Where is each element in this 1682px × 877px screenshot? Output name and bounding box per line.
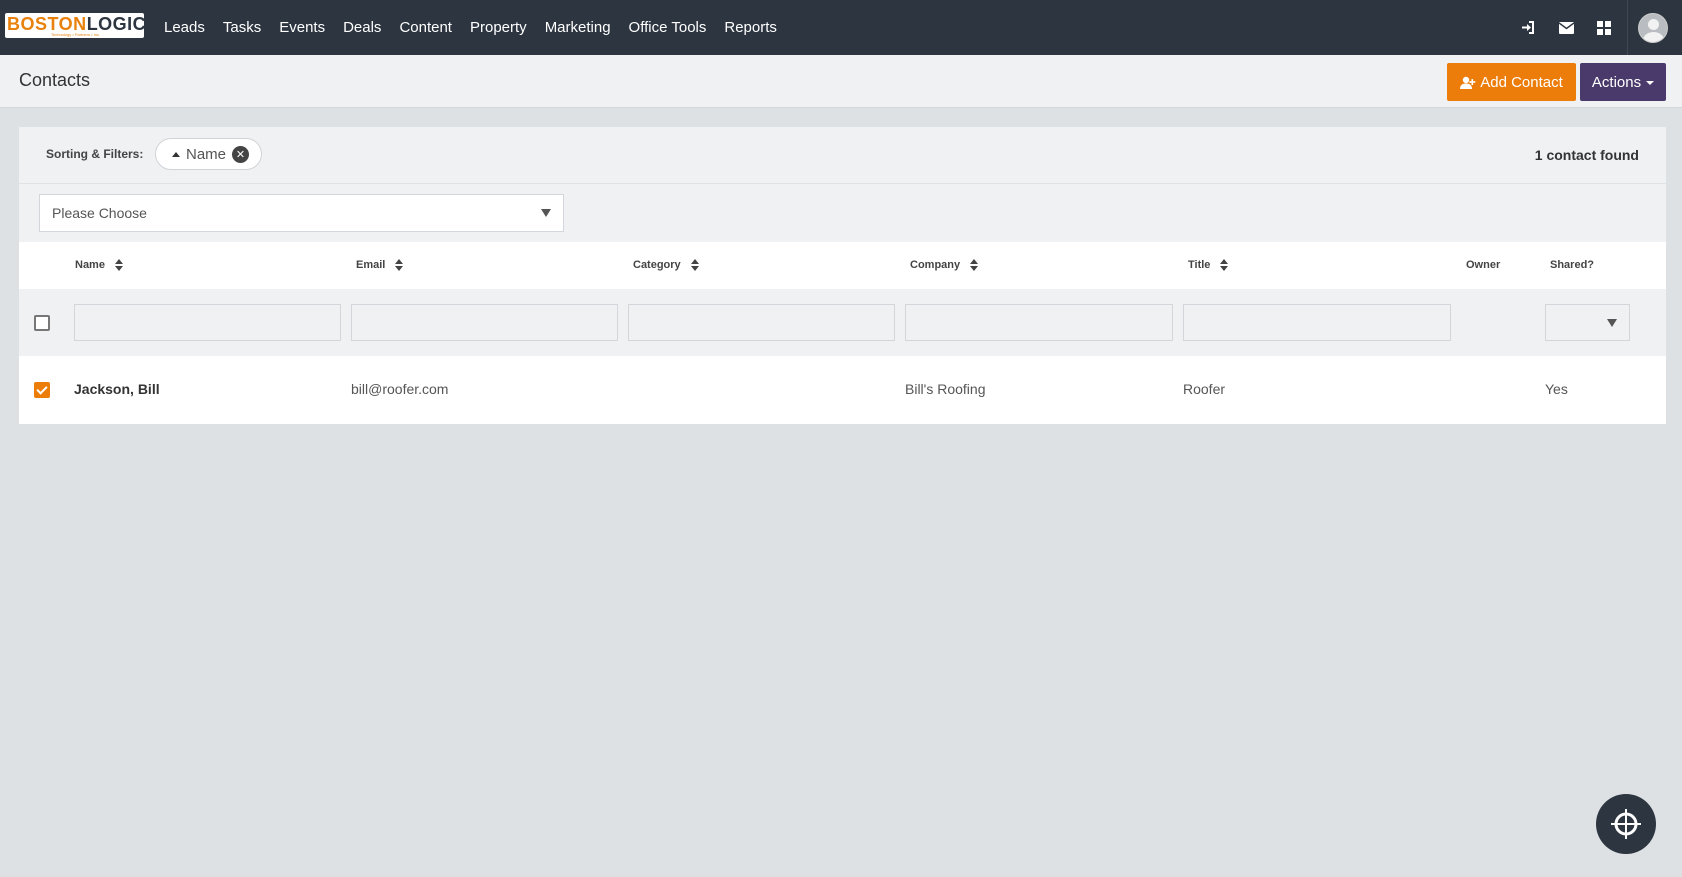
column-label-category: Category: [633, 259, 681, 271]
sort-icon: [970, 259, 979, 271]
column-label-name: Name: [75, 259, 105, 271]
column-label-owner: Owner: [1466, 259, 1501, 271]
brand-logo[interactable]: BOSTONLOGIC Technology • Partners • Inc.: [5, 13, 144, 38]
sorting-filters-bar: Sorting & Filters: Name ✕ 1 contact foun…: [19, 127, 1666, 184]
nav-item-leads[interactable]: Leads: [164, 19, 205, 36]
contact-company: Bill's Roofing: [905, 381, 986, 397]
nav-icon-group: [1509, 0, 1682, 55]
column-label-shared: Shared?: [1550, 259, 1595, 271]
dropdown-arrow-icon: [541, 209, 551, 217]
sort-icon: [690, 259, 699, 271]
nav-item-marketing[interactable]: Marketing: [545, 19, 611, 36]
top-navbar: BOSTONLOGIC Technology • Partners • Inc.…: [0, 0, 1682, 55]
select-all-checkbox[interactable]: [34, 315, 50, 331]
column-header-shared: Shared?: [1550, 259, 1594, 271]
sorting-filters-label: Sorting & Filters:: [46, 147, 144, 161]
main-nav: Leads Tasks Events Deals Content Propert…: [164, 0, 795, 55]
column-header-name[interactable]: Name: [75, 259, 123, 271]
remove-chip-icon[interactable]: ✕: [232, 145, 250, 163]
column-header-email[interactable]: Email: [356, 259, 404, 271]
add-contact-label: Add Contact: [1480, 73, 1563, 91]
logo-text-part1: BOSTON: [7, 14, 87, 34]
row-checkbox[interactable]: [34, 382, 50, 398]
add-contact-button[interactable]: Add Contact: [1447, 63, 1576, 101]
nav-item-reports[interactable]: Reports: [724, 19, 777, 36]
nav-item-property[interactable]: Property: [470, 19, 527, 36]
page-title: Contacts: [19, 70, 91, 90]
add-user-icon: [1460, 76, 1476, 89]
column-filter-row: [19, 289, 1666, 356]
table-header: Name Email Category Company Title Owner …: [19, 242, 1666, 289]
column-label-company: Company: [910, 259, 961, 271]
crosshair-fab-button[interactable]: [1596, 794, 1656, 854]
sort-icon: [395, 259, 404, 271]
grid-icon[interactable]: [1585, 0, 1623, 55]
saved-filter-area: Please Choose: [19, 184, 1666, 242]
contact-title: Roofer: [1183, 381, 1226, 397]
column-label-title: Title: [1188, 259, 1211, 271]
column-header-category[interactable]: Category: [633, 259, 699, 271]
contact-shared: Yes: [1545, 381, 1568, 397]
page-header: Contacts Add Contact Actions: [0, 55, 1682, 108]
filter-input-category[interactable]: [628, 304, 895, 341]
sort-icon: [114, 259, 123, 271]
nav-divider: [1627, 0, 1628, 55]
column-header-title[interactable]: Title: [1188, 259, 1229, 271]
nav-item-office-tools[interactable]: Office Tools: [629, 19, 707, 36]
logo-tagline: Technology • Partners • Inc.: [51, 32, 101, 37]
sort-chip-name[interactable]: Name ✕: [155, 138, 262, 170]
filter-select-shared[interactable]: [1545, 304, 1630, 341]
column-header-owner: Owner: [1466, 259, 1500, 271]
logo-text-part2: LOGIC: [86, 14, 144, 34]
contact-name[interactable]: Jackson, Bill: [74, 381, 160, 397]
nav-item-deals[interactable]: Deals: [343, 19, 381, 36]
column-label-email: Email: [356, 259, 386, 271]
nav-item-content[interactable]: Content: [399, 19, 452, 36]
column-header-company[interactable]: Company: [910, 259, 979, 271]
filter-input-company[interactable]: [905, 304, 1173, 341]
caret-down-icon: [1646, 81, 1655, 85]
table-row[interactable]: Jackson, Bill bill@roofer.com Bill's Roo…: [19, 356, 1666, 424]
select-placeholder: Please Choose: [52, 205, 147, 221]
sign-in-icon[interactable]: [1509, 0, 1547, 55]
saved-filter-select[interactable]: Please Choose: [39, 194, 564, 232]
contacts-panel: Sorting & Filters: Name ✕ 1 contact foun…: [19, 127, 1666, 424]
sort-chip-label: Name: [186, 145, 227, 163]
results-count: 1 contact found: [1534, 147, 1639, 163]
dropdown-arrow-icon: [1607, 319, 1617, 327]
sort-icon: [1220, 259, 1229, 271]
user-avatar[interactable]: [1638, 12, 1668, 43]
actions-dropdown-button[interactable]: Actions: [1580, 63, 1666, 101]
sort-ascending-icon: [172, 151, 180, 157]
nav-item-events[interactable]: Events: [279, 19, 325, 36]
nav-item-tasks[interactable]: Tasks: [223, 19, 261, 36]
contact-email: bill@roofer.com: [351, 381, 449, 397]
envelope-icon[interactable]: [1547, 0, 1585, 55]
actions-label: Actions: [1591, 73, 1642, 91]
filter-input-title[interactable]: [1183, 304, 1451, 341]
filter-input-email[interactable]: [351, 304, 618, 341]
crosshair-icon: [1611, 809, 1641, 839]
filter-input-name[interactable]: [74, 304, 341, 341]
